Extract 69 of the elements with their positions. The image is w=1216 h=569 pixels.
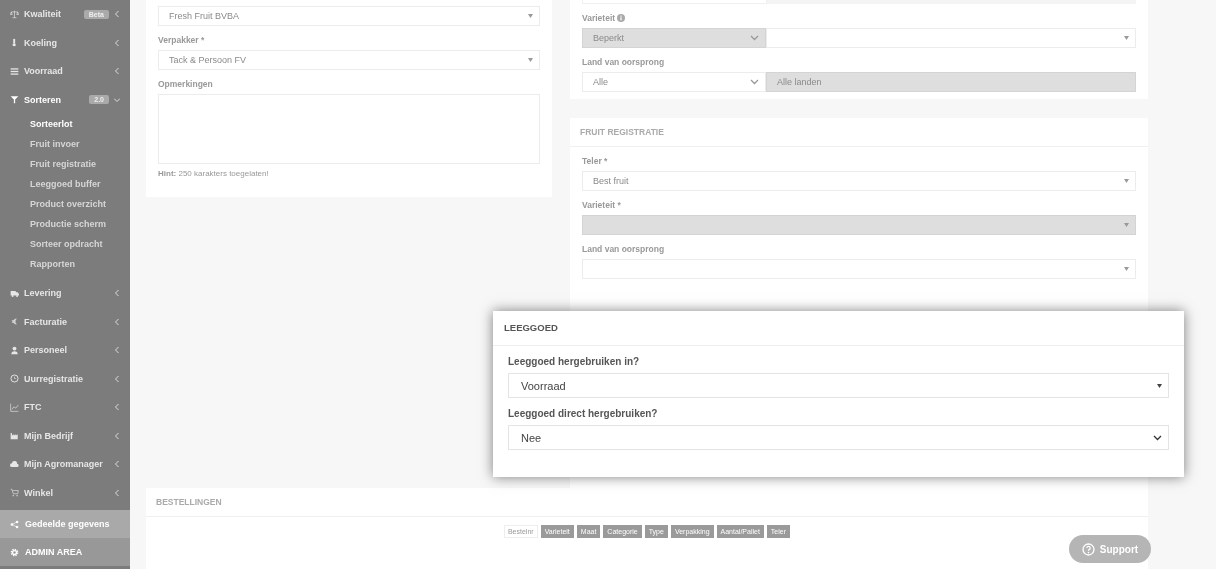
sidebar-item[interactable]: Voorraad (0, 57, 130, 86)
chevron-icon (750, 79, 759, 85)
sidebar-item[interactable]: Winkel (0, 478, 130, 507)
sidebar-item[interactable]: Koeling (0, 28, 130, 57)
sidebar-item[interactable]: ADMIN AREA (0, 538, 130, 566)
sidebar-item[interactable]: Levering (0, 279, 130, 308)
select-field[interactable] (766, 28, 1136, 48)
card-title: BESTELLINGEN (146, 488, 1148, 517)
field-label: Land van oorsprong (582, 244, 666, 254)
field-label: Opmerkingen (158, 79, 214, 89)
factory-icon (10, 431, 19, 441)
person-icon (10, 345, 19, 355)
chevron-icon (1153, 434, 1162, 441)
sidebar-item[interactable]: Facturatie (0, 307, 130, 336)
gear-icon (10, 547, 19, 557)
field-label: Varieteit (582, 13, 616, 23)
filter-icon (10, 95, 19, 105)
select-field[interactable]: Tack & Persoon FV (158, 50, 540, 70)
cart-icon (10, 488, 19, 498)
submenu-item[interactable]: Fruit invoer (0, 134, 130, 154)
caret-icon (1157, 383, 1162, 388)
select-field[interactable]: Alle (582, 72, 766, 92)
sidebar-item[interactable]: Gedeelde gegevens (0, 510, 130, 538)
info-icon (617, 14, 626, 22)
field-label: Verpakker * (158, 35, 206, 45)
sidebar-item[interactable]: FTC (0, 393, 130, 422)
sidebar-item[interactable]: Uurregistratie (0, 364, 130, 393)
hint-text: Hint: 250 karakters toegelaten! (158, 169, 270, 178)
cloud-icon (10, 459, 19, 469)
submenu-item[interactable]: Rapporten (0, 254, 130, 274)
select-field[interactable]: Voorraad (508, 373, 1169, 398)
scale-icon (10, 9, 19, 19)
help-icon (1081, 542, 1095, 556)
field-label: Land van oorsprong (582, 57, 665, 67)
sidebar-item[interactable]: Mijn Bedrijf (0, 421, 130, 450)
submenu-item[interactable]: Sorteerlot (0, 114, 130, 134)
chart-icon (10, 402, 19, 412)
chevron-icon (750, 35, 759, 41)
clock-icon (10, 374, 19, 384)
caret-icon (528, 58, 533, 62)
submenu-item[interactable]: Sorteer opdracht (0, 234, 130, 254)
modal-title: LEEGGOED (493, 311, 1184, 346)
caret-icon (1124, 223, 1129, 227)
select-field[interactable]: Fresh Fruit BVBA (158, 6, 540, 26)
select-field[interactable]: Nee (508, 425, 1169, 450)
caret-icon (1124, 36, 1129, 40)
field-label: Leeggoed direct hergebruiken? (508, 408, 659, 419)
list-icon (10, 66, 19, 76)
submenu-item[interactable]: Product overzicht (0, 194, 130, 214)
card-title: FRUIT REGISTRATIE (570, 118, 1148, 147)
submenu-item[interactable]: Productie scherm (0, 214, 130, 234)
select-field[interactable]: Best fruit (582, 171, 1136, 191)
field-label: Leeggoed hergebruiken in? (508, 356, 641, 367)
thermometer-icon (10, 38, 19, 48)
select-field[interactable] (582, 259, 1136, 279)
readonly-field: Alle landen (766, 72, 1136, 92)
caret-icon (528, 14, 533, 18)
submenu-item[interactable]: Leeggoed buffer (0, 174, 130, 194)
sidebar-item[interactable]: Mijn Agromanager (0, 450, 130, 479)
select-field[interactable]: Beperkt (582, 28, 766, 48)
caret-icon (1124, 267, 1129, 271)
sidebar-item[interactable]: Personeel (0, 336, 130, 365)
support-button[interactable]: Support (1069, 535, 1151, 563)
share-icon (10, 519, 19, 529)
caret-icon (1124, 179, 1129, 183)
field-label: Teler * (582, 156, 609, 166)
submenu-item[interactable]: Fruit registratie (0, 154, 130, 174)
field-label: Varieteit * (582, 200, 622, 210)
truck-icon (10, 288, 19, 298)
